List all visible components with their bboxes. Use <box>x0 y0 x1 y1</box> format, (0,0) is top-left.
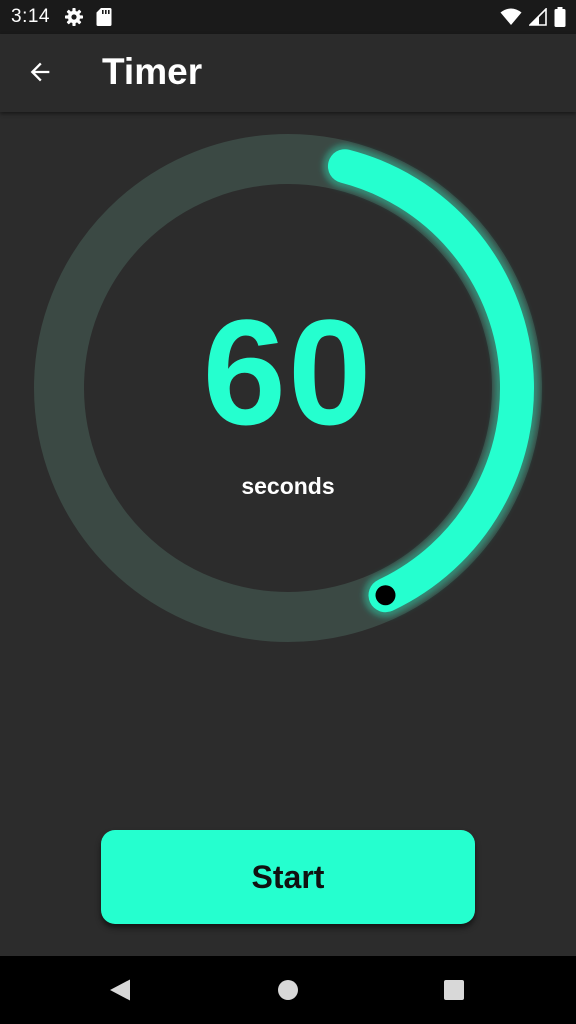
progress-knob <box>375 585 396 606</box>
status-time: 3:14 <box>11 6 50 27</box>
settings-icon <box>64 7 84 32</box>
timer-value: 60 <box>202 288 374 456</box>
app-bar: Timer <box>0 34 576 112</box>
navigation-bar <box>0 956 576 1024</box>
page-title: Timer <box>102 51 203 92</box>
back-triangle-icon[interactable] <box>108 978 132 1007</box>
cell-signal-icon <box>528 7 547 31</box>
arrow-back-icon <box>26 58 54 91</box>
status-bar: 3:14 <box>0 0 576 34</box>
battery-icon <box>554 7 566 32</box>
home-circle-icon[interactable] <box>277 979 299 1006</box>
start-button[interactable]: Start <box>101 830 475 924</box>
back-button[interactable] <box>20 54 60 94</box>
timer-unit-label: seconds <box>241 473 335 499</box>
wifi-icon <box>500 8 522 31</box>
sd-card-icon <box>96 7 112 32</box>
recents-square-icon[interactable] <box>443 979 465 1006</box>
